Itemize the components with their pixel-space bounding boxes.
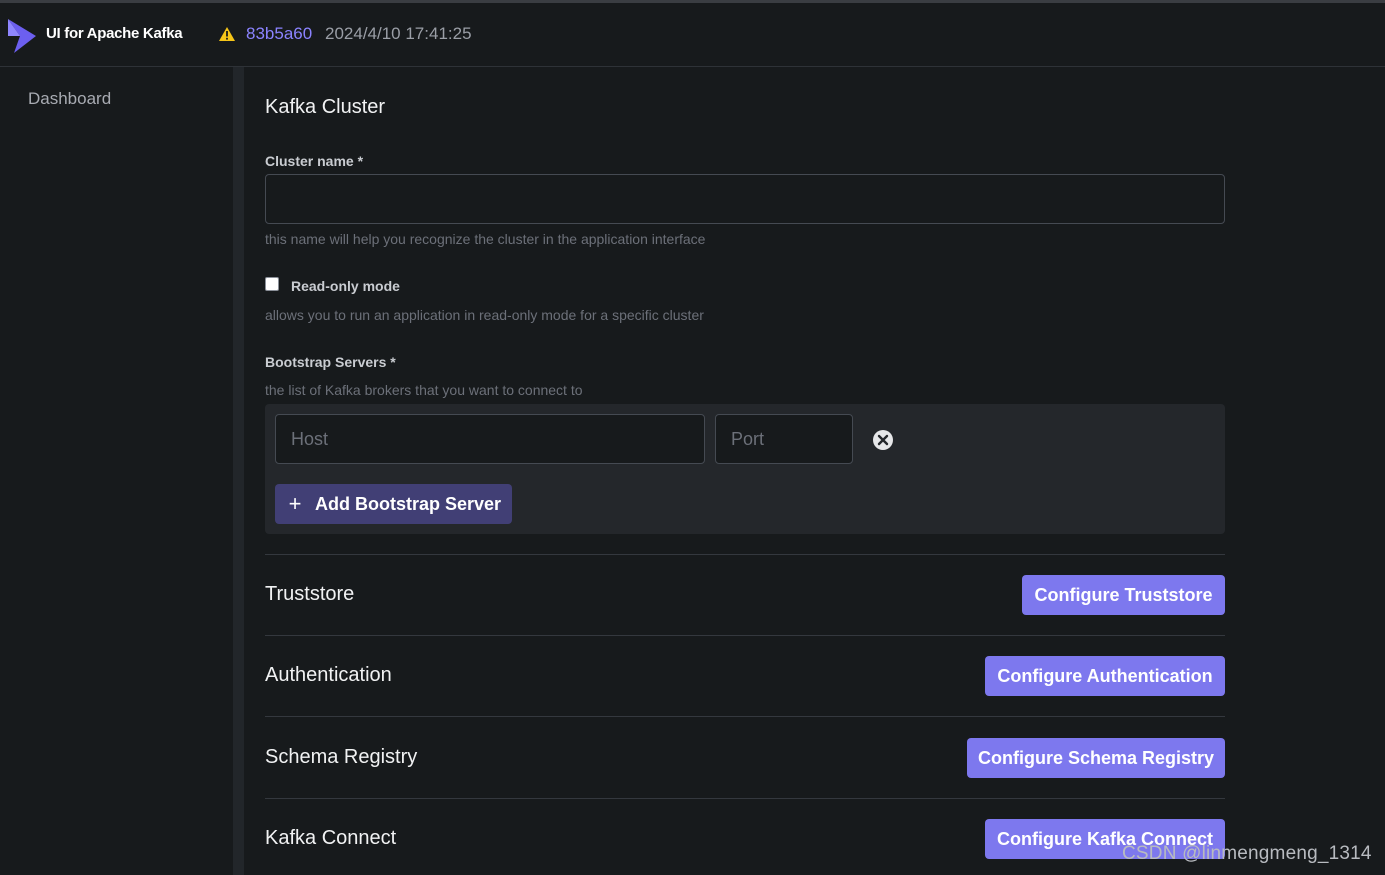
sidebar-item-dashboard[interactable]: Dashboard bbox=[28, 89, 111, 109]
kafka-ui-logo-icon[interactable] bbox=[6, 17, 38, 55]
page-title: Kafka Cluster bbox=[265, 96, 386, 118]
section-divider bbox=[265, 635, 1225, 636]
build-date: 2024/4/10 17:41:25 bbox=[325, 24, 472, 43]
cluster-form: Kafka Cluster Cluster name * this name w… bbox=[244, 67, 1385, 875]
cluster-name-label: Cluster name * bbox=[265, 153, 364, 169]
configure-truststore-button[interactable]: Configure Truststore bbox=[1022, 575, 1225, 615]
kafka-connect-title: Kafka Connect bbox=[265, 827, 397, 849]
authentication-title: Authentication bbox=[265, 664, 392, 686]
bootstrap-port-input[interactable] bbox=[715, 414, 853, 464]
bootstrap-servers-label: Bootstrap Servers * bbox=[265, 354, 396, 370]
sidebar: Dashboard bbox=[0, 67, 233, 875]
configure-schema-registry-button[interactable]: Configure Schema Registry bbox=[967, 738, 1225, 778]
bootstrap-servers-hint: the list of Kafka brokers that you want … bbox=[265, 382, 583, 398]
app-title[interactable]: UI for Apache Kafka bbox=[46, 25, 183, 42]
cluster-name-input[interactable] bbox=[265, 174, 1225, 224]
plus-icon: + bbox=[288, 491, 302, 516]
bootstrap-host-input[interactable] bbox=[275, 414, 705, 464]
watermark: CSDN @linmengmeng_1314 bbox=[1122, 843, 1372, 864]
remove-server-icon[interactable] bbox=[872, 429, 894, 451]
section-divider bbox=[265, 554, 1225, 555]
configure-authentication-button[interactable]: Configure Authentication bbox=[985, 656, 1225, 696]
commit-hash-link[interactable]: 83b5a60 bbox=[246, 24, 312, 44]
warning-triangle-icon bbox=[219, 27, 235, 41]
app-header: UI for Apache Kafka 83b5a60 2024/4/10 17… bbox=[0, 3, 1385, 67]
read-only-label[interactable]: Read-only mode bbox=[291, 278, 400, 294]
section-divider bbox=[265, 798, 1225, 799]
read-only-hint: allows you to run an application in read… bbox=[265, 307, 704, 323]
schema-registry-title: Schema Registry bbox=[265, 746, 418, 768]
cluster-name-hint: this name will help you recognize the cl… bbox=[265, 231, 706, 247]
sidebar-divider bbox=[233, 67, 244, 875]
read-only-checkbox[interactable] bbox=[265, 277, 279, 291]
add-bootstrap-server-button[interactable]: + Add Bootstrap Server bbox=[275, 484, 512, 524]
add-bootstrap-server-label: Add Bootstrap Server bbox=[315, 493, 502, 514]
section-divider bbox=[265, 716, 1225, 717]
truststore-title: Truststore bbox=[265, 583, 355, 605]
